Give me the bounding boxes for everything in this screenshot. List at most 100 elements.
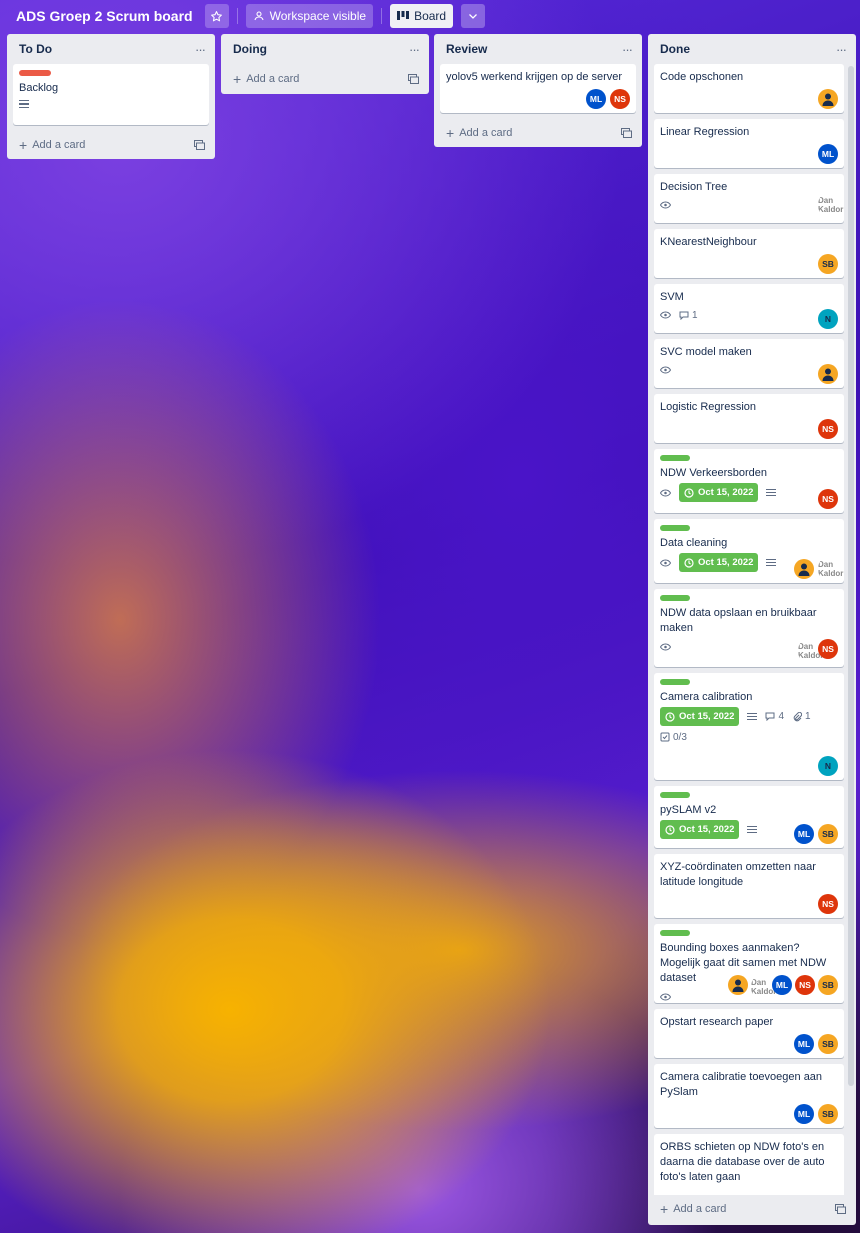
attachments-count: 1 (805, 711, 811, 722)
card-opstart-research-paper[interactable]: Opstart research paper ML SB (654, 1009, 844, 1058)
card-title: KNearestNeighbour (660, 236, 757, 248)
list-review: Review ··· yolov5 werkend krijgen op de … (434, 34, 642, 147)
avatar-photo[interactable] (818, 364, 838, 384)
avatar[interactable]: NS (818, 419, 838, 439)
avatar-photo[interactable] (818, 89, 838, 109)
description-icon (766, 558, 777, 567)
chevron-down-icon (469, 14, 478, 19)
visibility-button[interactable]: Workspace visible (245, 4, 374, 28)
board-view-button[interactable]: Board (390, 4, 454, 28)
card-title: yolov5 werkend krijgen op de server (446, 71, 623, 83)
person-icon (798, 563, 810, 576)
star-button[interactable] (204, 4, 229, 28)
card-xyz-coordinaten[interactable]: XYZ-coördinaten omzetten naar latitude l… (654, 854, 844, 918)
avatar-broken-image[interactable]: Dan Kaldor (818, 191, 844, 219)
add-card-button[interactable]: + Add a card (13, 131, 209, 159)
card-knearestneighbour[interactable]: KNearestNeighbour SB (654, 229, 844, 278)
due-date-badge[interactable]: Oct 15, 2022 (679, 553, 759, 572)
list-title[interactable]: Doing (233, 42, 267, 56)
avatar[interactable]: ML (586, 89, 606, 109)
avatar[interactable]: NS (818, 894, 838, 914)
template-icon[interactable] (621, 128, 632, 138)
avatar[interactable]: ML (794, 824, 814, 844)
avatar[interactable]: SB (818, 975, 838, 995)
add-card-button[interactable]: + Add a card (227, 64, 423, 94)
card-members: ML NS (586, 89, 630, 109)
clock-icon (684, 557, 694, 568)
avatar[interactable]: N (818, 309, 838, 329)
board-icon (397, 11, 410, 20)
list-menu-button[interactable]: ··· (836, 42, 847, 57)
list-title[interactable]: Done (660, 42, 690, 56)
card-svm[interactable]: SVM 1 N (654, 284, 844, 333)
plus-icon: + (233, 71, 242, 87)
avatar[interactable]: SB (818, 254, 838, 274)
avatar[interactable]: NS (610, 89, 630, 109)
card-ndw-data-opslaan[interactable]: NDW data opslaan en bruikbaar maken Dan … (654, 589, 844, 667)
checklist-badge: 0/3 (660, 730, 687, 745)
add-card-button[interactable]: + Add a card (654, 1195, 850, 1223)
card-members: N (818, 309, 838, 329)
avatar[interactable]: ML (794, 1104, 814, 1124)
avatar[interactable]: ML (794, 1034, 814, 1054)
list-title[interactable]: Review (446, 42, 487, 56)
card-pyslam-v2[interactable]: pySLAM v2 Oct 15, 2022 ML SB (654, 786, 844, 848)
card-ndw-verkeersborden[interactable]: NDW Verkeersborden Oct 15, 2022 NS (654, 449, 844, 513)
avatar[interactable]: NS (818, 489, 838, 509)
due-date-text: Oct 15, 2022 (698, 487, 754, 498)
comment-icon (679, 311, 689, 320)
card-camera-calibration[interactable]: Camera calibration Oct 15, 2022 4 1 0/3 … (654, 673, 844, 780)
card-backlog[interactable]: Backlog (13, 64, 209, 125)
avatar[interactable]: SB (818, 824, 838, 844)
template-icon[interactable] (408, 74, 419, 84)
star-icon (211, 10, 223, 21)
avatar[interactable]: SB (818, 1034, 838, 1054)
card-logistic-regression[interactable]: Logistic Regression NS (654, 394, 844, 443)
due-date-badge[interactable]: Oct 15, 2022 (660, 707, 740, 726)
eye-icon (660, 201, 671, 209)
add-card-button[interactable]: + Add a card (440, 119, 636, 147)
avatar-broken-image[interactable]: Dan Kaldor (818, 555, 844, 583)
avatar[interactable]: NS (795, 975, 815, 995)
avatar[interactable]: ML (818, 144, 838, 164)
card-linear-regression[interactable]: Linear Regression ML (654, 119, 844, 168)
avatar[interactable]: ML (772, 975, 792, 995)
card-code-opschonen[interactable]: Code opschonen (654, 64, 844, 113)
card-svc-model[interactable]: SVC model maken (654, 339, 844, 388)
card-data-cleaning[interactable]: Data cleaning Oct 15, 2022 Dan Kaldor (654, 519, 844, 583)
card-orbs-schieten[interactable]: ORBS schieten op NDW foto's en daarna di… (654, 1134, 844, 1195)
views-dropdown-button[interactable] (461, 4, 486, 28)
list-menu-button[interactable]: ··· (195, 42, 206, 57)
list-title[interactable]: To Do (19, 42, 52, 56)
avatar[interactable]: NS (818, 639, 838, 659)
list-menu-button[interactable]: ··· (622, 42, 633, 57)
card-title: XYZ-coördinaten omzetten naar latitude l… (660, 861, 816, 888)
card-title: Data cleaning (660, 537, 728, 549)
template-icon[interactable] (835, 1204, 846, 1214)
avatar-photo[interactable] (728, 975, 748, 995)
list-menu-button[interactable]: ··· (409, 42, 420, 57)
add-card-label: Add a card (32, 139, 86, 151)
list-header: Done ··· (654, 34, 850, 64)
clock-icon (684, 487, 694, 498)
due-date-badge[interactable]: Oct 15, 2022 (679, 483, 759, 502)
card-members: Dan Kaldor (794, 555, 844, 583)
due-date-text: Oct 15, 2022 (679, 824, 735, 835)
card-camera-calibratie-pyslam[interactable]: Camera calibratie toevoegen aan PySlam M… (654, 1064, 844, 1128)
avatar[interactable]: N (818, 756, 838, 776)
plus-icon: + (446, 125, 455, 141)
avatar[interactable]: SB (818, 1104, 838, 1124)
comments-count: 4 (778, 711, 785, 722)
template-icon[interactable] (194, 140, 205, 150)
card-bounding-boxes[interactable]: Bounding boxes aanmaken? Mogelijk gaat d… (654, 924, 844, 1003)
comments-badge: 4 (765, 709, 784, 724)
card-yolov5[interactable]: yolov5 werkend krijgen op de server ML N… (440, 64, 636, 113)
add-card-label: Add a card (246, 73, 300, 85)
comments-badge: 1 (679, 308, 698, 323)
card-decision-tree[interactable]: Decision Tree Dan Kaldor (654, 174, 844, 223)
avatar-photo[interactable] (794, 559, 814, 579)
board-title[interactable]: ADS Groep 2 Scrum board (16, 8, 193, 24)
card-members: N (818, 756, 838, 776)
list-scrollbar[interactable] (848, 66, 854, 1086)
due-date-badge[interactable]: Oct 15, 2022 (660, 820, 740, 839)
